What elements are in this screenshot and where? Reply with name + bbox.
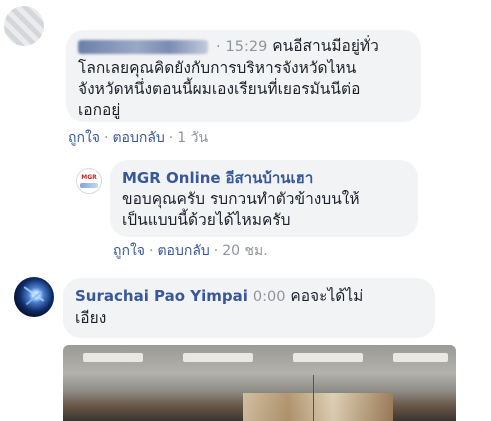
comment-text-line: จังหวัดหนึ่งตอนนี้ผมเองเรียนที่เยอรมันนี… [78, 80, 361, 98]
separator-dot: · [104, 130, 109, 146]
comment-dot: · [216, 39, 221, 55]
reply-link[interactable]: ตอบกลับ [112, 130, 164, 146]
comment-bubble: · 15:29 คนอีสานมีอยู่ทั่ว โลกเลยคุณคิดยั… [66, 30, 421, 122]
avatar[interactable] [14, 277, 54, 317]
ceiling-light [393, 353, 448, 362]
comment-page-name[interactable]: อีสานบ้านเฮา [226, 169, 314, 187]
comment-text-line: ขอบคุณครับ รบกวนทำตัวข้างบนให้ [122, 190, 360, 208]
photo-poster [243, 393, 393, 421]
separator-dot: · [149, 243, 154, 259]
comment-author-link[interactable]: MGR Online [122, 169, 221, 187]
comment-actions: ถูกใจ · ตอบกลับ · 20 ชม. [113, 240, 268, 262]
ceiling-light [293, 353, 363, 362]
photo-frame [313, 375, 314, 421]
separator-dot: · [213, 243, 219, 259]
comment-time[interactable]: 0:00 [253, 289, 286, 305]
avatar[interactable] [4, 6, 44, 46]
comment-text-line: คนอีสานมีอยู่ทั่ว [272, 37, 379, 55]
comment-age[interactable]: 1 วัน [177, 130, 208, 146]
comment-body: MGR Online อีสานบ้านเฮา ขอบคุณครับ รบกวน… [122, 168, 406, 231]
comment-body: · 15:29 คนอีสานมีอยู่ทั่ว โลกเลยคุณคิดยั… [78, 36, 409, 121]
reply-link[interactable]: ตอบกลับ [157, 243, 209, 259]
comment-time[interactable]: 15:29 [226, 39, 268, 55]
avatar-art [23, 286, 45, 302]
comment-text-line: เอียง [75, 309, 107, 327]
ceiling-light [183, 353, 253, 362]
comment-actions: ถูกใจ · ตอบกลับ · 1 วัน [68, 127, 208, 149]
comment-text-line: โลกเลยคุณคิดยังกับการบริหารจังหวัดไหน [78, 59, 357, 77]
comment-text-line: เอกอยู่ [78, 101, 121, 119]
comment-age[interactable]: 20 ชม. [222, 243, 267, 259]
comment-author-link[interactable] [78, 39, 208, 54]
comment-bubble: Surachai Pao Yimpai 0:00 คอจะได้ไม่ เอีย… [63, 278, 435, 338]
mgr-logo: MGR [81, 174, 97, 181]
comment-text-line: คอจะได้ไม่ [290, 287, 364, 305]
comment-text-line: เป็นแบบนี้ด้วยได้ไหมครับ [122, 211, 291, 229]
mgr-logo-mark [80, 183, 98, 188]
comment-attached-photo[interactable] [63, 345, 456, 421]
separator-dot: · [168, 130, 174, 146]
comment-body: Surachai Pao Yimpai 0:00 คอจะได้ไม่ เอีย… [75, 286, 423, 329]
like-link[interactable]: ถูกใจ [68, 130, 100, 146]
ceiling-light [83, 353, 143, 362]
like-link[interactable]: ถูกใจ [113, 243, 145, 259]
page-avatar[interactable]: MGR [76, 168, 102, 194]
comment-author-link[interactable]: Surachai Pao Yimpai [75, 287, 248, 305]
comment-bubble: MGR Online อีสานบ้านเฮา ขอบคุณครับ รบกวน… [110, 160, 418, 237]
